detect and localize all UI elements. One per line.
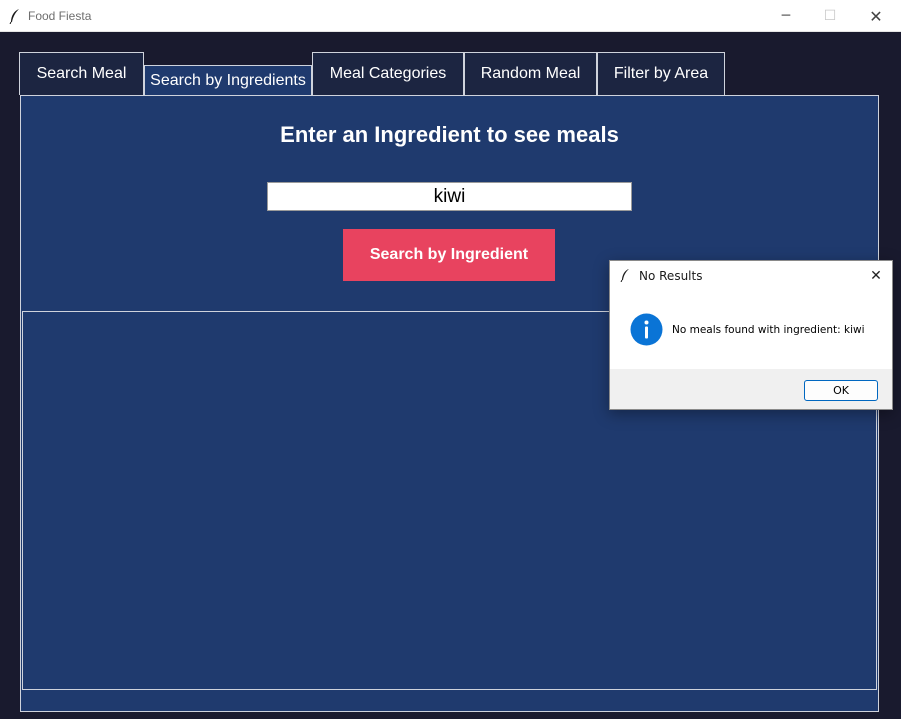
dialog-close-button[interactable]: ✕ [864,264,888,288]
tab-search-meal[interactable]: Search Meal [19,52,144,95]
tab-random-meal[interactable]: Random Meal [464,52,597,95]
ingredient-input[interactable] [267,182,632,211]
feather-icon [620,269,629,282]
ok-button[interactable]: OK [804,380,878,401]
dialog-title-bar: No Results ✕ [610,261,892,291]
horizontal-scrollbar[interactable] [22,690,877,710]
tab-label: Meal Categories [329,65,447,82]
tab-filter-by-area[interactable]: Filter by Area [597,52,725,95]
no-results-dialog: No Results ✕ No meals found with ingredi… [609,260,893,410]
window-title-bar: Food Fiesta ─ ☐ ✕ [0,0,901,32]
tab-meal-categories[interactable]: Meal Categories [312,52,464,95]
close-button[interactable]: ✕ [853,0,899,32]
feather-icon [9,9,19,24]
tab-label: Search Meal [36,65,127,82]
search-by-ingredient-button[interactable]: Search by Ingredient [343,229,555,281]
window-title: Food Fiesta [28,9,92,23]
tab-label: Search by Ingredients [150,72,306,89]
dialog-message: No meals found with ingredient: kiwi [672,324,865,336]
page-title: Enter an Ingredient to see meals [280,122,619,147]
dialog-footer: OK [610,369,892,409]
info-icon [630,313,663,346]
tab-search-by-ingredients[interactable]: Search by Ingredients [144,65,312,96]
minimize-button[interactable]: ─ [763,0,809,32]
dialog-title: No Results [639,269,703,283]
tab-label: Random Meal [480,65,581,82]
dialog-body: No meals found with ingredient: kiwi [610,291,892,369]
tab-label: Filter by Area [613,65,709,82]
maximize-button[interactable]: ☐ [807,0,853,32]
